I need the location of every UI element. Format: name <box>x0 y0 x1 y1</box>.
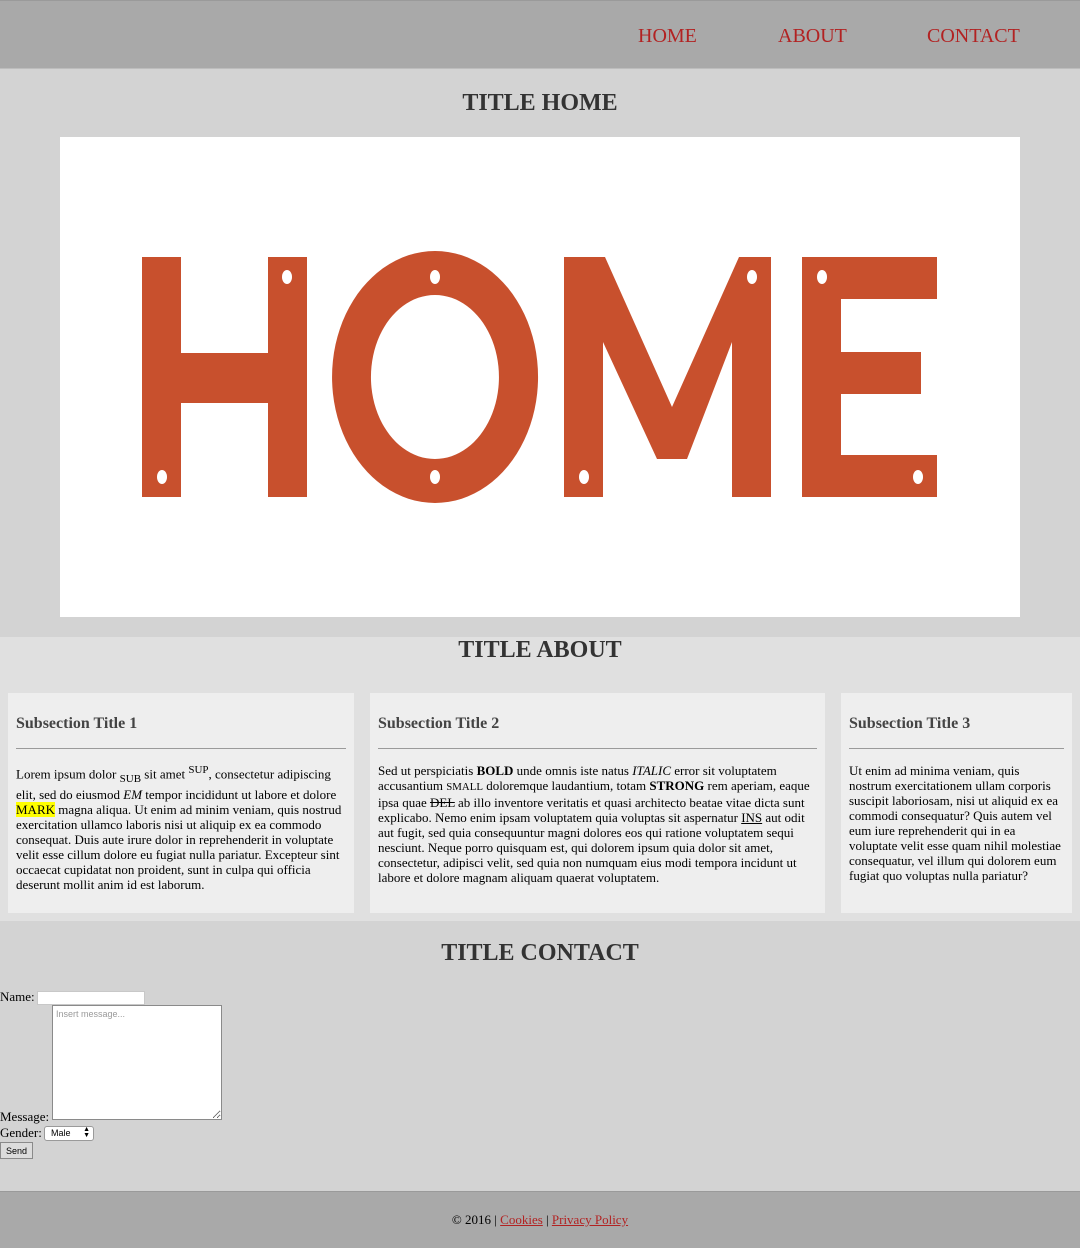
subsection-title-1: Subsection Title 1 <box>16 715 138 732</box>
card-divider <box>849 748 1064 749</box>
home-section: TITLE HOME <box>0 69 1080 637</box>
about-card-3: Subsection Title 3 Ut enim ad minima ven… <box>841 693 1072 913</box>
send-button[interactable]: Send <box>0 1142 33 1159</box>
card-divider <box>16 748 346 749</box>
message-textarea[interactable] <box>52 1005 222 1120</box>
contact-title: TITLE CONTACT <box>441 940 639 966</box>
gender-label: Gender: <box>0 1125 42 1140</box>
card-divider <box>378 748 817 749</box>
about-card-2: Subsection Title 2 Sed ut perspiciatis B… <box>370 693 825 913</box>
subsection-body-1: Lorem ipsum dolor SUB sit amet SUP, cons… <box>16 764 342 892</box>
about-card-1: Subsection Title 1 Lorem ipsum dolor SUB… <box>8 693 354 913</box>
hero-home-logo <box>142 251 937 503</box>
gender-selected-value: Male <box>51 1128 71 1138</box>
select-arrows-icon: ▲ ▼ <box>83 1126 90 1139</box>
subsection-title-2: Subsection Title 2 <box>378 715 500 732</box>
subsection-title-3: Subsection Title 3 <box>849 715 971 732</box>
about-section: TITLE ABOUT Subsection Title 1 Lorem ips… <box>0 637 1080 921</box>
gender-select[interactable]: Male ▲ ▼ <box>44 1126 94 1141</box>
contact-section: TITLE CONTACT Name: Message: Gender: Mal… <box>0 921 1080 1191</box>
top-navbar: HOME ABOUT CONTACT <box>0 0 1080 69</box>
hero-image <box>60 137 1020 617</box>
home-title: TITLE HOME <box>462 90 618 116</box>
name-label: Name: <box>0 989 35 1004</box>
highlighted-text: MARK <box>16 801 56 817</box>
name-input[interactable] <box>37 991 145 1005</box>
about-title: TITLE ABOUT <box>458 637 622 663</box>
nav-link-home[interactable]: HOME <box>638 25 697 48</box>
footer-link-privacy-policy[interactable]: Privacy Policy <box>552 1212 628 1227</box>
subsection-body-2: Sed ut perspiciatis BOLD unde omnis iste… <box>378 763 810 885</box>
copyright-text: © 2016 | <box>451 1212 497 1227</box>
message-label: Message: <box>0 1109 50 1124</box>
subsection-body-3: Ut enim ad minima veniam, quis nostrum e… <box>849 763 1061 883</box>
footer-link-cookies[interactable]: Cookies <box>500 1212 543 1227</box>
footer: © 2016 | Cookies | Privacy Policy <box>0 1191 1080 1248</box>
nav-link-about[interactable]: ABOUT <box>778 25 847 48</box>
footer-separator: | <box>546 1212 549 1227</box>
nav-link-contact[interactable]: CONTACT <box>927 25 1020 48</box>
